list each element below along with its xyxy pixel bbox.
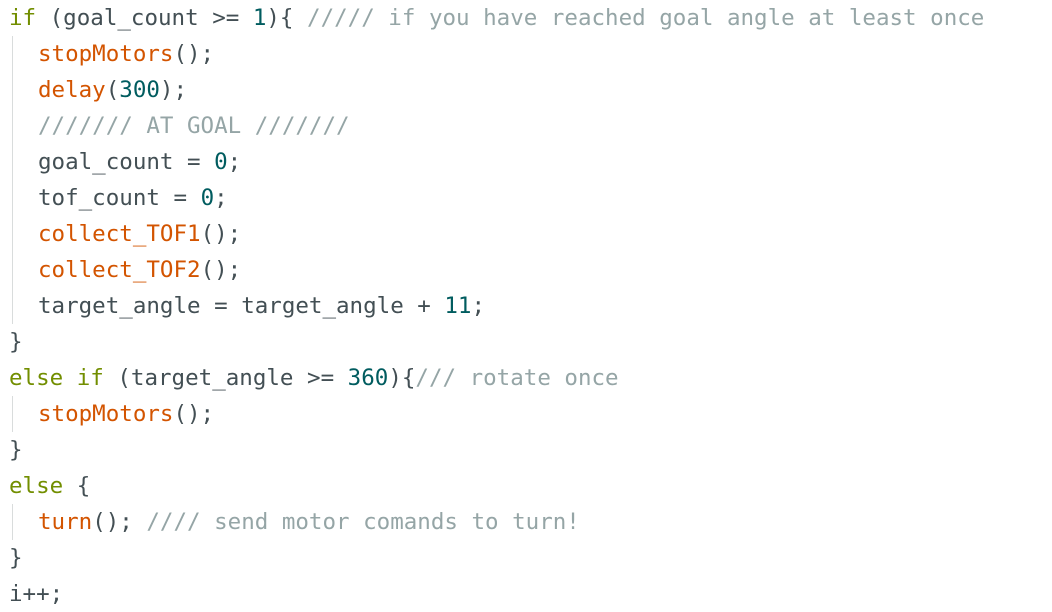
code-line-6: tof_count = 0; bbox=[38, 180, 228, 216]
number-literal: 11 bbox=[444, 293, 472, 319]
code-line-11: else if (target_angle >= 360){/// rotate… bbox=[9, 360, 619, 396]
code-editor[interactable]: if (goal_count >= 1){ ///// if you have … bbox=[0, 0, 1052, 612]
keyword: if bbox=[76, 365, 104, 391]
function-call: collect_TOF1 bbox=[38, 221, 201, 247]
code-line-8: collect_TOF2(); bbox=[38, 252, 241, 288]
code-text: (); bbox=[200, 221, 242, 247]
code-text: ){ bbox=[266, 5, 308, 31]
function-call: collect_TOF2 bbox=[38, 257, 201, 283]
code-text: (); bbox=[200, 257, 242, 283]
number-literal: 0 bbox=[200, 185, 215, 211]
code-line-3: delay(300); bbox=[38, 72, 187, 108]
keyword: else bbox=[9, 473, 64, 499]
closing-brace: } bbox=[9, 437, 23, 463]
code-text: goal_count = bbox=[38, 149, 215, 175]
code-line-5: goal_count = 0; bbox=[38, 144, 241, 180]
code-text: i++; bbox=[9, 581, 64, 607]
function-call: stopMotors bbox=[38, 41, 174, 67]
indent-guide bbox=[12, 36, 13, 324]
code-text: (); bbox=[92, 509, 147, 535]
code-line-14: else { bbox=[9, 468, 90, 504]
comment: /// rotate once bbox=[415, 365, 619, 391]
code-line-1: if (goal_count >= 1){ ///// if you have … bbox=[9, 0, 984, 36]
indent-guide bbox=[12, 396, 13, 432]
keyword: else bbox=[9, 365, 64, 391]
code-text: (); bbox=[173, 401, 215, 427]
function-call: turn bbox=[38, 509, 93, 535]
code-line-7: collect_TOF1(); bbox=[38, 216, 241, 252]
number-literal: 300 bbox=[119, 77, 160, 103]
closing-brace: } bbox=[9, 545, 23, 571]
code-text: (target_angle >= bbox=[103, 365, 348, 391]
number-literal: 0 bbox=[214, 149, 228, 175]
code-line-4: /////// AT GOAL /////// bbox=[38, 108, 350, 144]
code-line-10: } bbox=[9, 324, 23, 360]
code-text: ; bbox=[227, 149, 242, 175]
comment: /////// AT GOAL /////// bbox=[38, 113, 350, 139]
code-text: ; bbox=[471, 293, 486, 319]
code-line-13: } bbox=[9, 432, 23, 468]
code-text: (); bbox=[173, 41, 215, 67]
number-literal: 1 bbox=[252, 5, 267, 31]
code-line-9: target_angle = target_angle + 11; bbox=[38, 288, 485, 324]
function-call: delay bbox=[38, 77, 106, 103]
function-call: stopMotors bbox=[38, 401, 174, 427]
number-literal: 360 bbox=[347, 365, 389, 391]
code-line-16: } bbox=[9, 540, 23, 576]
code-line-12: stopMotors(); bbox=[38, 396, 214, 432]
comment: ///// if you have reached goal angle at … bbox=[307, 5, 985, 31]
code-text: ( bbox=[105, 77, 120, 103]
indent-guide bbox=[12, 504, 13, 540]
code-text: { bbox=[63, 473, 91, 499]
code-text: ){ bbox=[388, 365, 416, 391]
code-line-17: i++; bbox=[9, 576, 63, 612]
code-text: tof_count = bbox=[38, 185, 201, 211]
code-text: target_angle = target_angle + bbox=[38, 293, 445, 319]
code-line-2: stopMotors(); bbox=[38, 36, 214, 72]
comment: //// send motor comands to turn! bbox=[146, 509, 580, 535]
code-text: ; bbox=[214, 185, 228, 211]
code-line-15: turn(); //// send motor comands to turn! bbox=[38, 504, 580, 540]
keyword: if bbox=[9, 5, 37, 31]
closing-brace: } bbox=[9, 329, 23, 355]
code-text: (goal_count >= bbox=[36, 5, 253, 31]
code-text: ); bbox=[159, 77, 188, 103]
